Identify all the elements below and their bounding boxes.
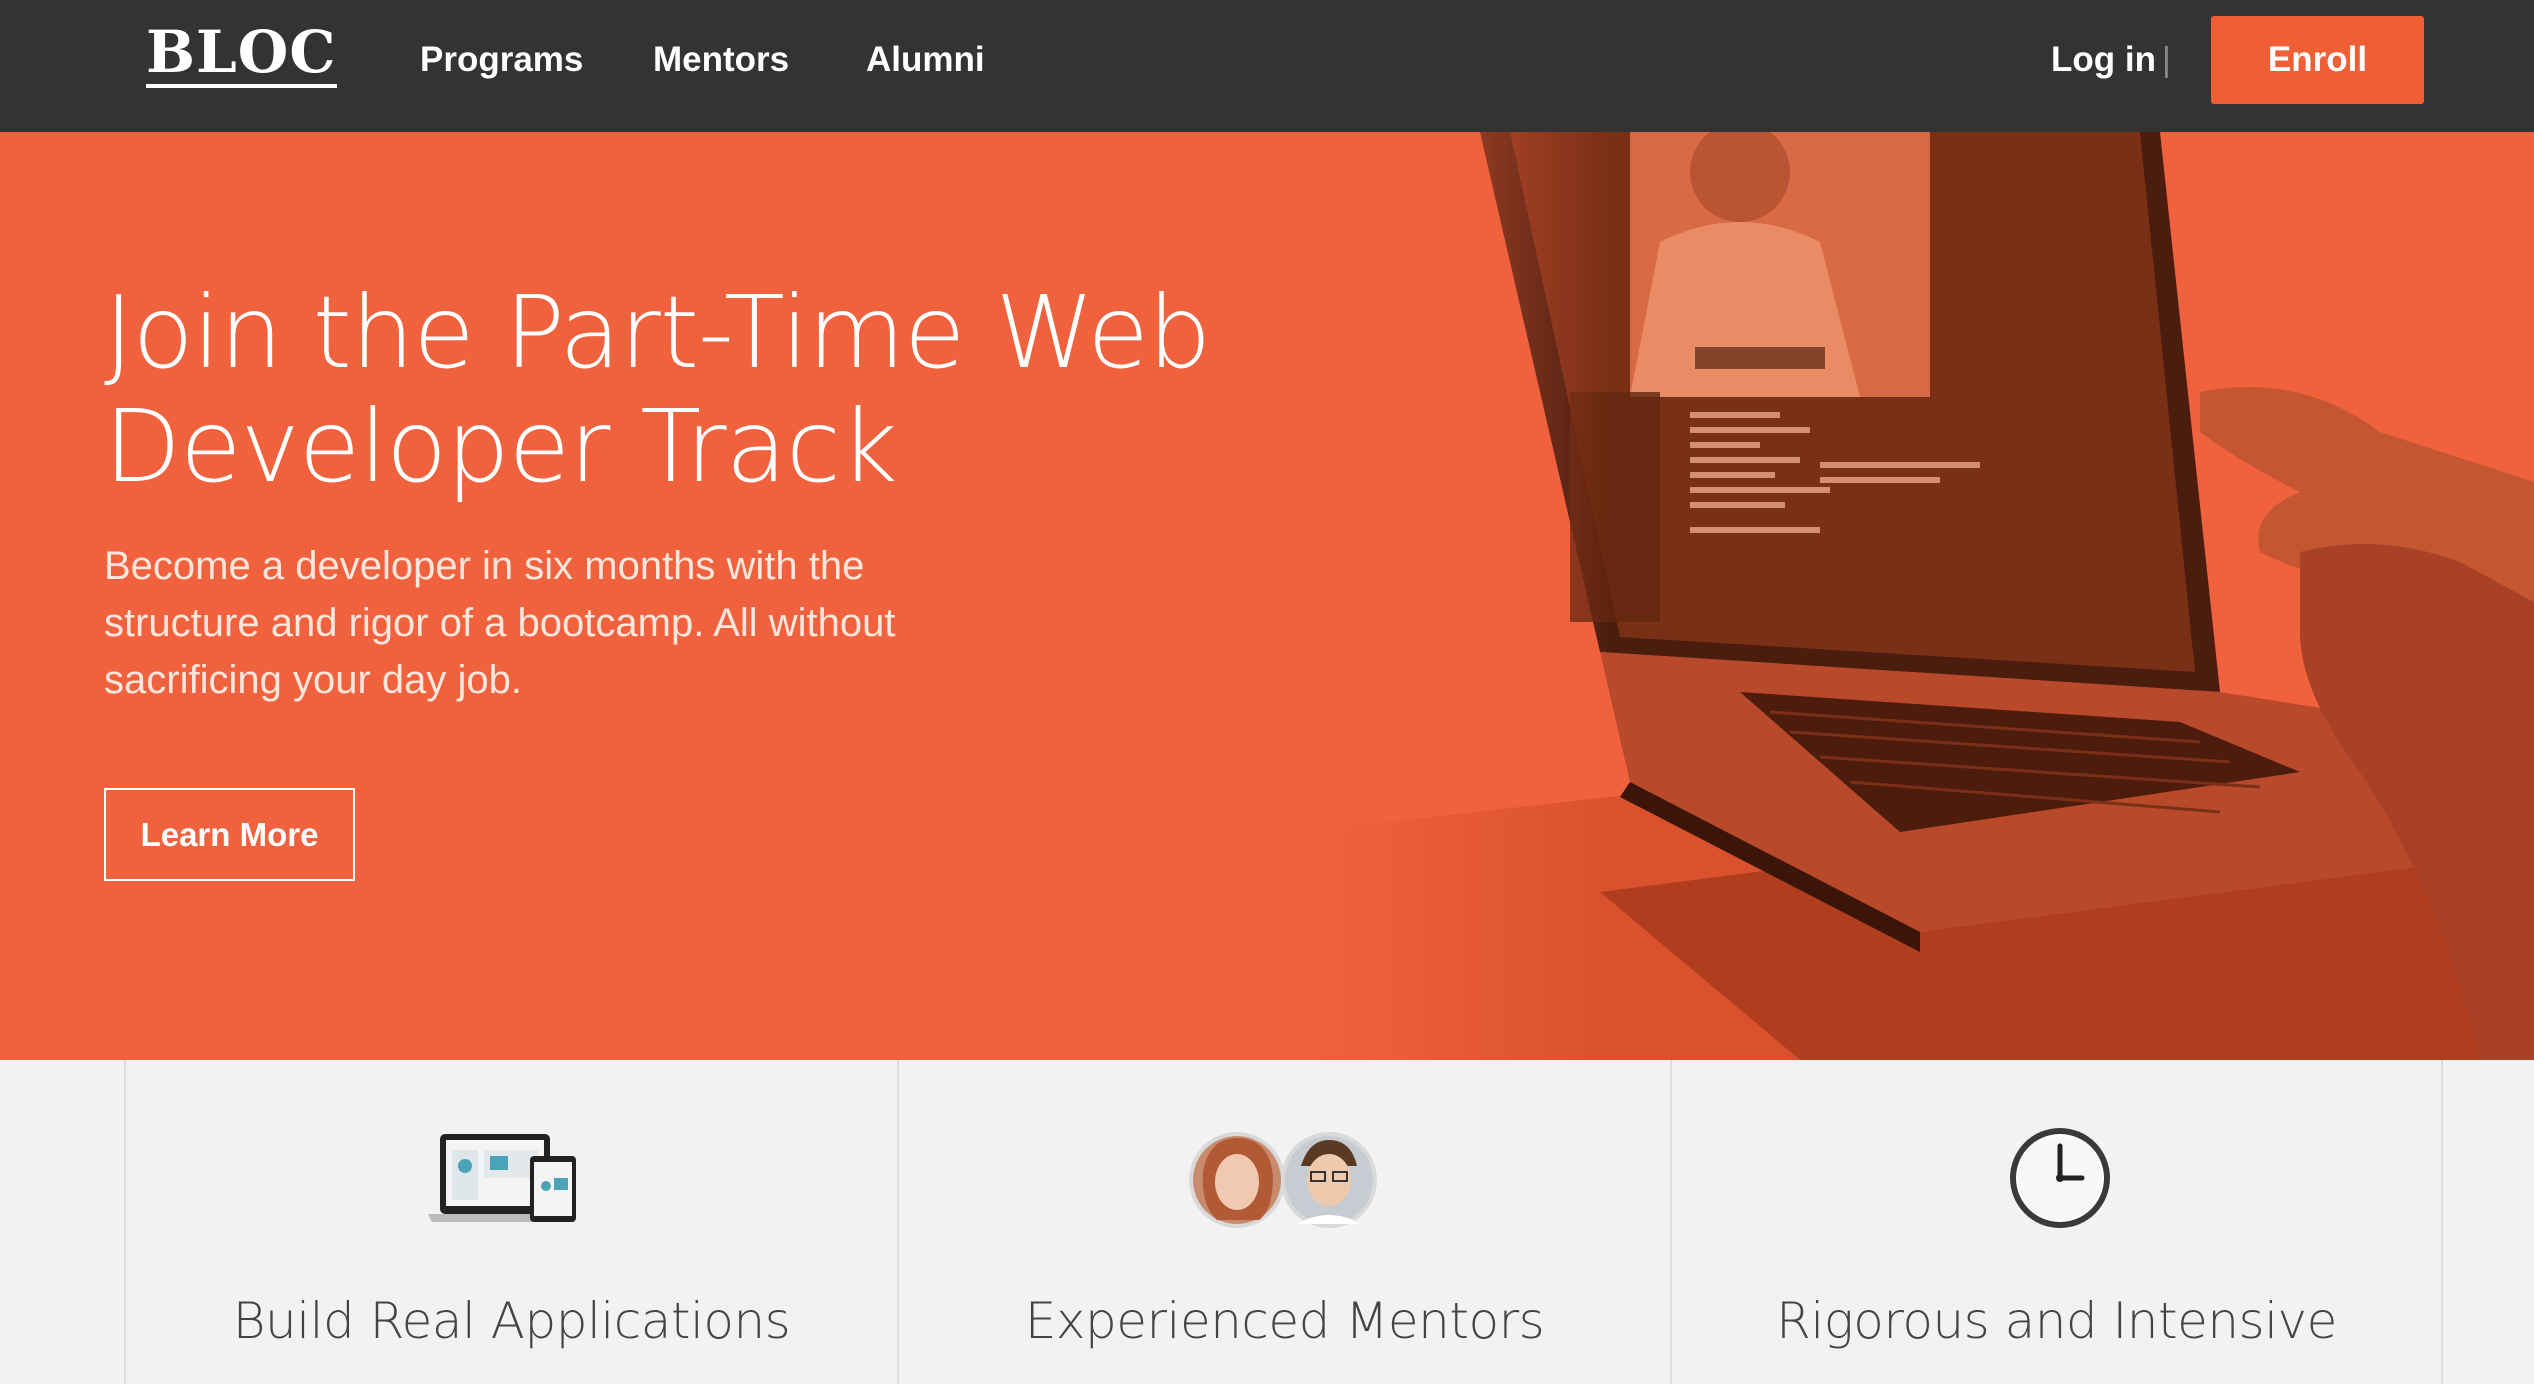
- hero-banner: Join the Part-Time Web Developer Track B…: [0, 132, 2534, 1060]
- feature-mentors: Experienced Mentors: [897, 1060, 1670, 1384]
- top-navbar: BLOC Programs Mentors Alumni Log in | En…: [0, 0, 2534, 132]
- feature-title-mentors: Experienced Mentors: [1024, 1292, 1545, 1350]
- features-section: Build Real Applications Experienced Ment…: [0, 1060, 2534, 1384]
- hero-subtitle: Become a developer in six months with th…: [104, 538, 1004, 709]
- hero-subtitle-line1: Become a developer in six months with th…: [104, 544, 865, 588]
- enroll-button[interactable]: Enroll: [2211, 16, 2424, 104]
- hero-subtitle-line2: structure and rigor of a bootcamp. All w…: [104, 601, 896, 645]
- feature-rigorous: Rigorous and Intensive: [1670, 1060, 2443, 1384]
- feature-title-build-apps: Build Real Applications: [232, 1292, 791, 1350]
- mentor-avatars-icon: [1189, 1132, 1377, 1228]
- hero-title: Join the Part-Time Web Developer Track: [104, 276, 1264, 504]
- bloc-logo[interactable]: BLOC: [146, 22, 337, 88]
- feature-title-rigorous: Rigorous and Intensive: [1776, 1292, 2337, 1350]
- learn-more-button[interactable]: Learn More: [104, 788, 355, 881]
- nav-link-alumni[interactable]: Alumni: [866, 36, 985, 84]
- hero-title-line2: Developer Track: [104, 388, 898, 505]
- feature-build-apps: Build Real Applications: [124, 1060, 897, 1384]
- hero-title-line1: Join the Part-Time Web: [104, 274, 1211, 391]
- nav-link-programs[interactable]: Programs: [420, 36, 583, 84]
- nav-separator: |: [2162, 41, 2171, 79]
- hero-laptop-photo: [1300, 132, 2534, 1060]
- clock-icon: [2010, 1128, 2110, 1228]
- login-link[interactable]: Log in: [2051, 36, 2156, 84]
- nav-link-mentors[interactable]: Mentors: [653, 36, 789, 84]
- devices-icon: [428, 1134, 576, 1222]
- hero-subtitle-line3: sacrificing your day job.: [104, 658, 522, 702]
